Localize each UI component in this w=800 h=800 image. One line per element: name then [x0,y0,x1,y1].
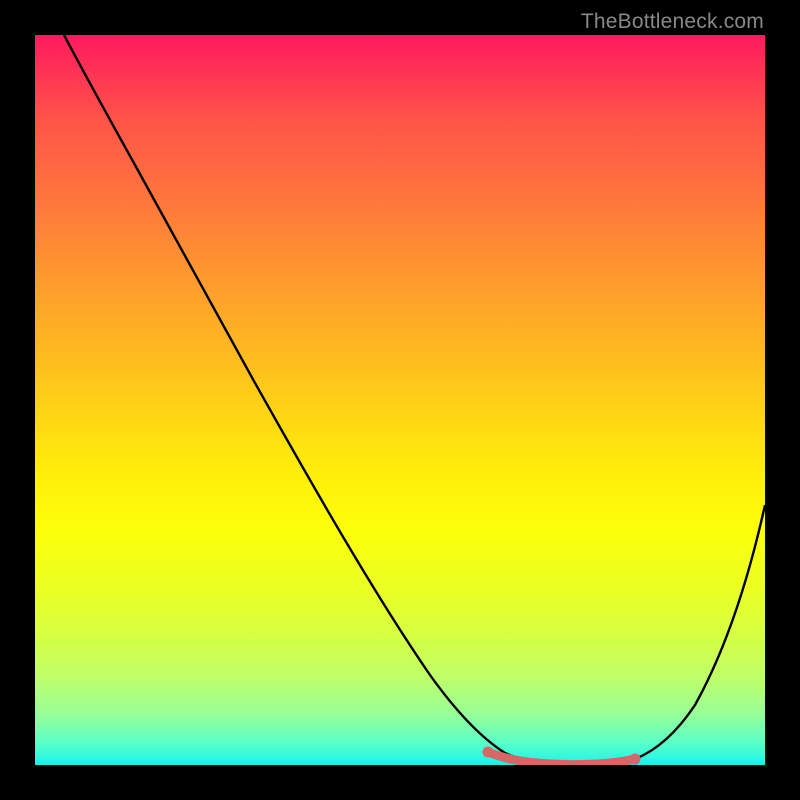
chart-container: TheBottleneck.com [0,0,800,800]
curve-svg [35,35,765,765]
bottleneck-curve-line [64,35,765,765]
watermark-text: TheBottleneck.com [581,10,764,34]
plot-area [35,35,765,765]
highlight-end-dot [630,754,641,765]
